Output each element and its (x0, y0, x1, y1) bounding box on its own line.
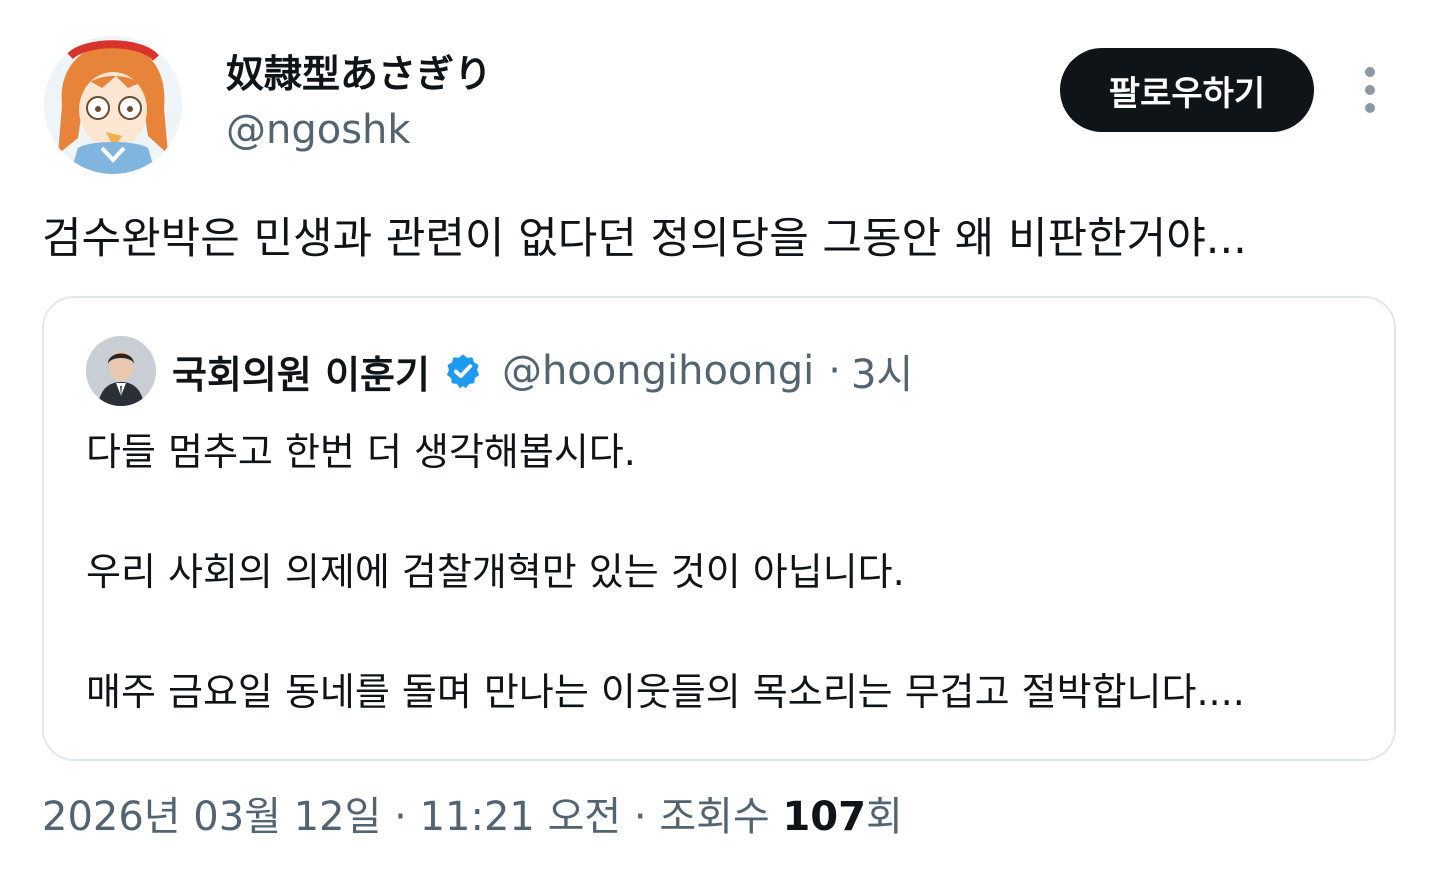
tweet-text: 검수완박은 민생과 관련이 없다던 정의당을 그동안 왜 비판한거야... (42, 214, 1247, 264)
follow-button[interactable]: 팔로우하기 (1060, 48, 1314, 132)
verified-badge-icon (444, 352, 482, 390)
quoted-author-handle[interactable]: @hoongihoongi (502, 348, 814, 394)
author-avatar[interactable] (44, 36, 182, 174)
tweet-time[interactable]: 11:21 오전 (420, 794, 622, 840)
quoted-tweet-header: 국회의원 이훈기 @hoongihoongi · 3시 (172, 344, 913, 398)
more-dot (1365, 103, 1375, 113)
person-photo-icon (86, 336, 156, 406)
anime-character-avatar-icon (44, 36, 182, 174)
tweet-metadata: 2026년 03월 12일 · 11:21 오전 · 조회수 107회 (42, 790, 903, 844)
views-label: 조회수 (659, 794, 770, 840)
author-handle[interactable]: @ngoshk (226, 104, 411, 156)
more-dot (1365, 85, 1375, 95)
quoted-tweet-line: 우리 사회의 의제에 검찰개혁만 있는 것이 아닙니다. (86, 550, 905, 594)
separator-dot: · (394, 794, 407, 840)
author-display-name[interactable]: 奴隷型あさぎり (226, 48, 492, 100)
quoted-author-name[interactable]: 국회의원 이훈기 (172, 344, 430, 399)
quoted-tweet-time[interactable]: 3시 (851, 342, 913, 400)
quoted-tweet-line: 매주 금요일 동네를 돌며 만나는 이웃들의 목소리는 무겁고 절박합니다...… (86, 670, 1245, 714)
more-dot (1365, 67, 1375, 77)
quoted-tweet-card[interactable]: 국회의원 이훈기 @hoongihoongi · 3시 다들 멈추고 한번 더 … (42, 296, 1396, 761)
tweet-date[interactable]: 2026년 03월 12일 (42, 794, 381, 840)
more-vertical-icon[interactable] (1346, 60, 1394, 120)
quoted-tweet-line: 다들 멈추고 한번 더 생각해봅시다. (86, 430, 636, 474)
quoted-author-avatar[interactable] (86, 336, 156, 406)
views-count: 107 (782, 794, 866, 840)
separator-dot: · (828, 348, 841, 394)
separator-dot: · (633, 794, 647, 840)
views-suffix: 회 (865, 794, 903, 840)
tweet-header: 奴隷型あさぎり @ngoshk 팔로우하기 (0, 0, 1440, 190)
